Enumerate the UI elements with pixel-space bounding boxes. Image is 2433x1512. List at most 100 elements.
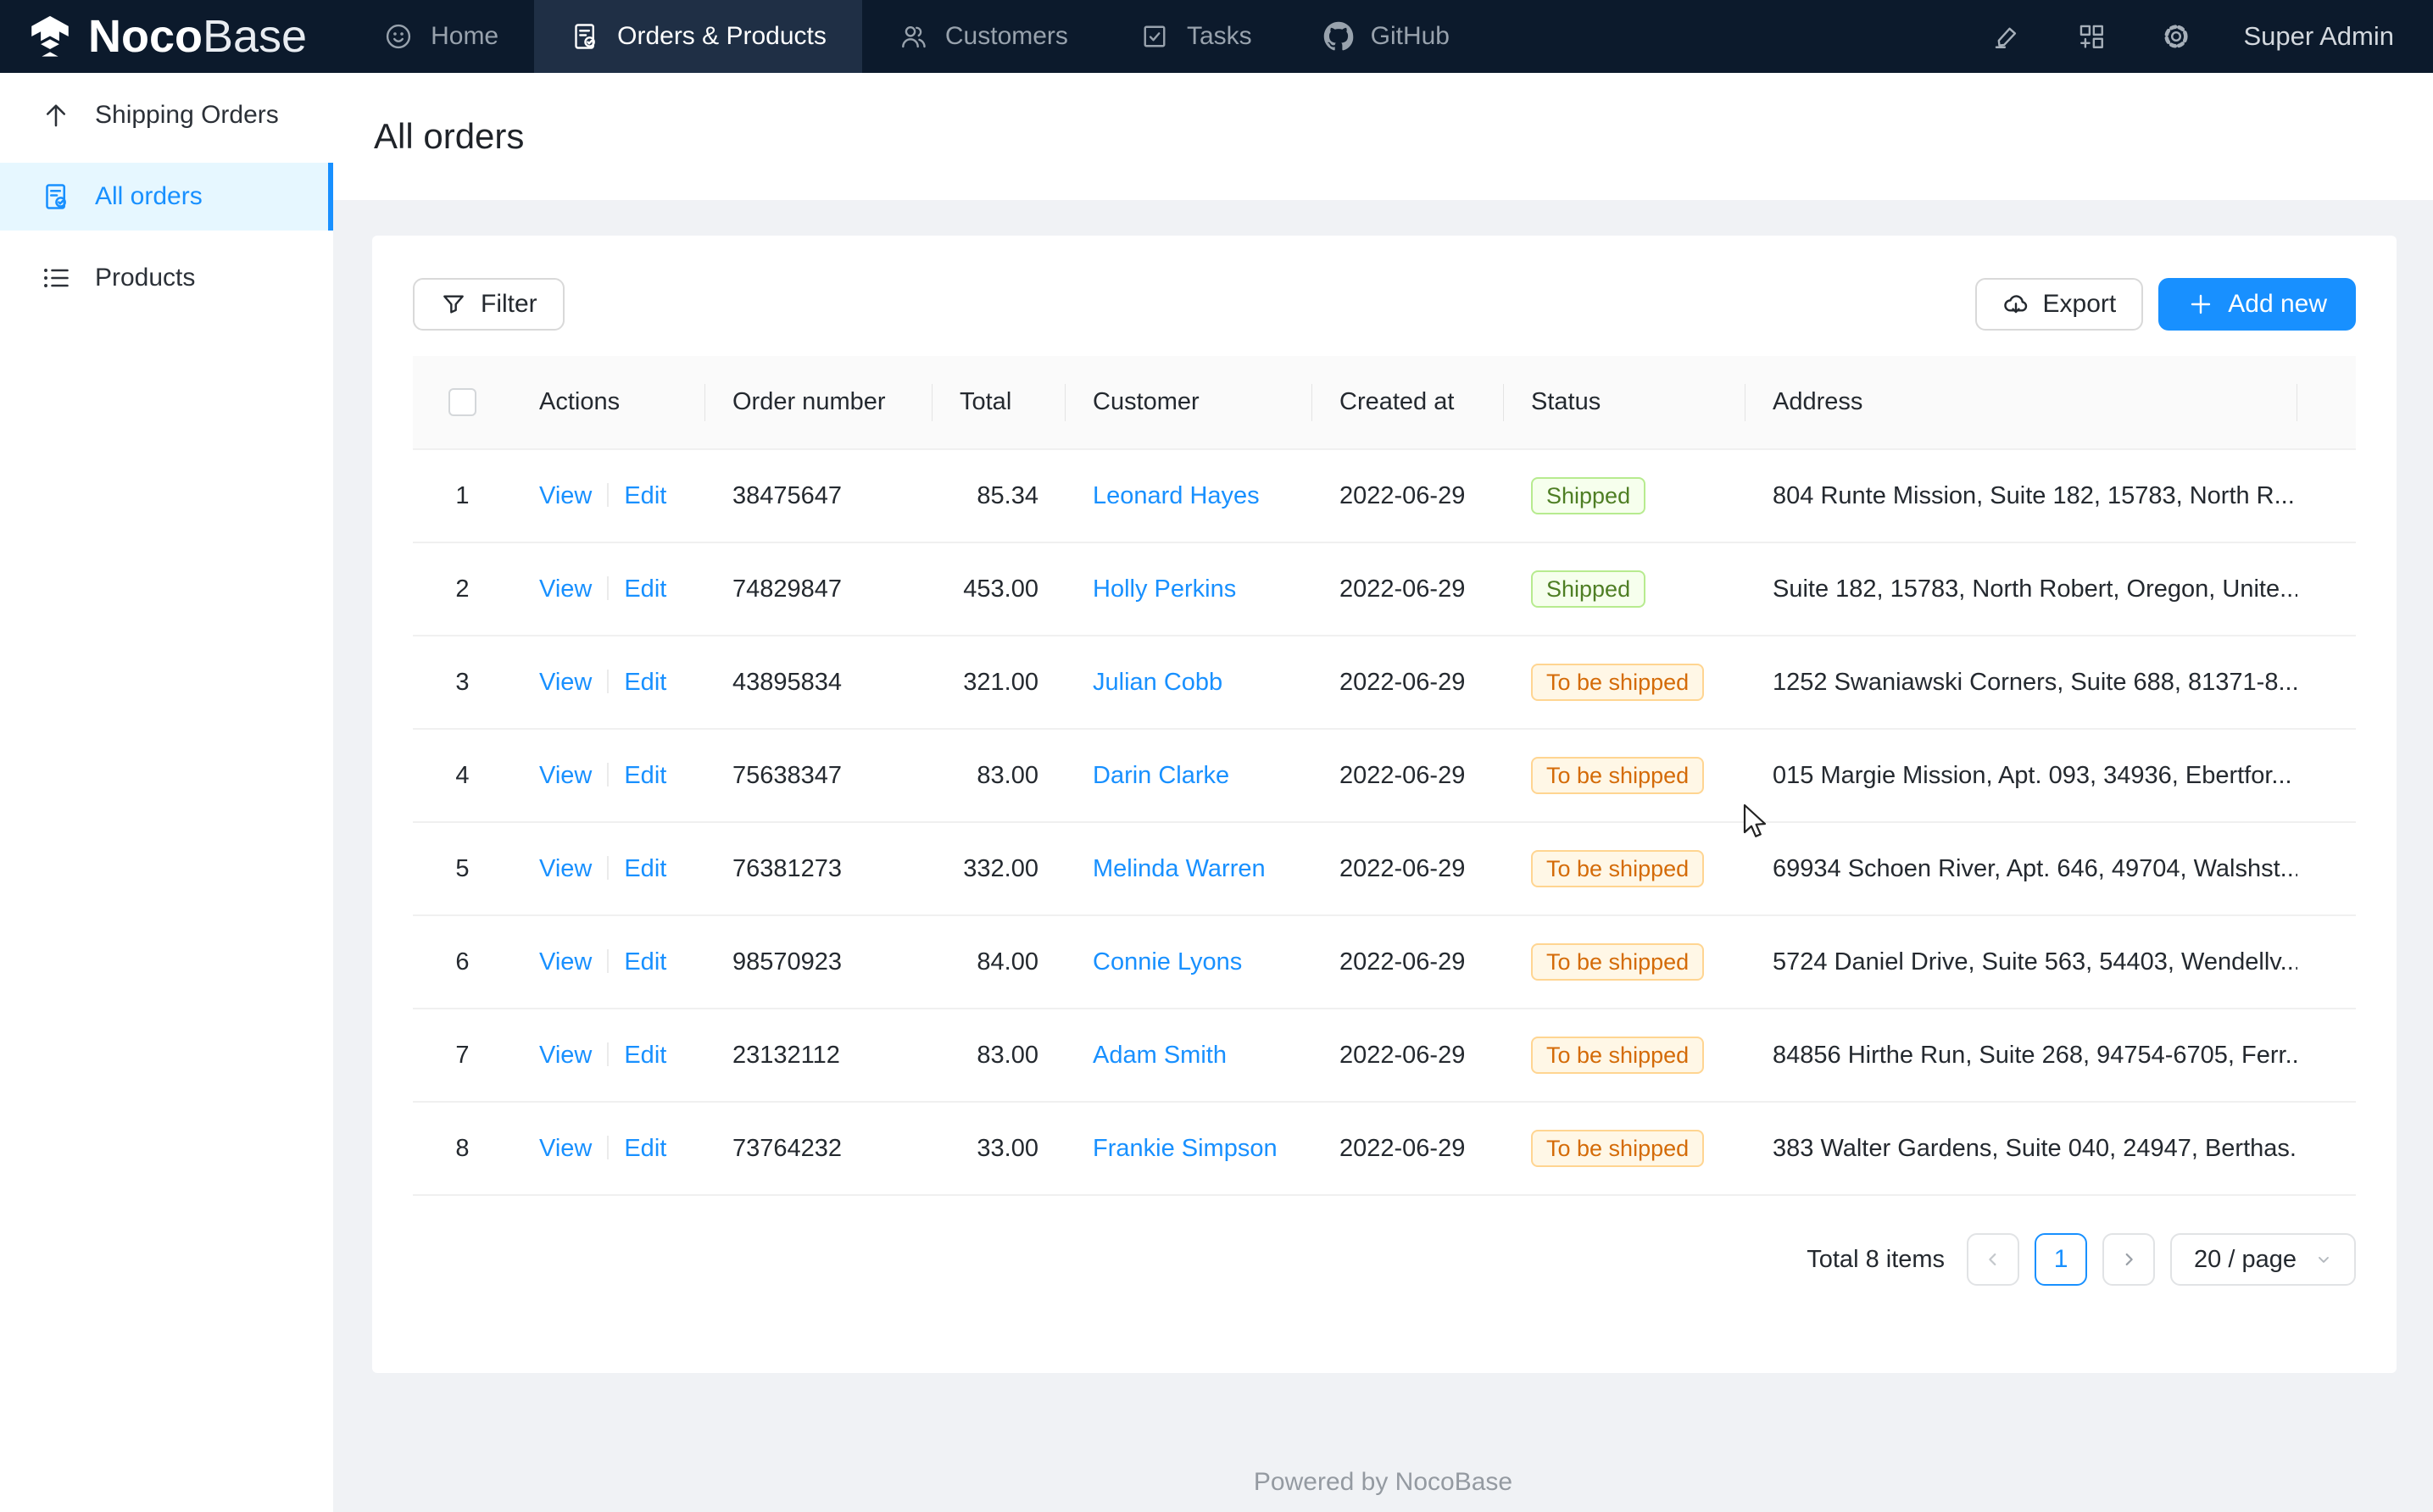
- customer-link[interactable]: Leonard Hayes: [1093, 482, 1260, 509]
- created-at-cell: 2022-06-29: [1312, 822, 1504, 915]
- add-new-button[interactable]: Add new: [2158, 278, 2356, 331]
- customer-link[interactable]: Frankie Simpson: [1093, 1135, 1278, 1162]
- highlighter-icon[interactable]: [1990, 19, 2024, 53]
- nocobase-cube-logo-icon: [25, 12, 75, 61]
- customer-cell: Melinda Warren: [1066, 822, 1312, 915]
- plus-icon: [2187, 291, 2214, 318]
- edit-link[interactable]: Edit: [624, 482, 666, 509]
- customer-link[interactable]: Julian Cobb: [1093, 669, 1222, 696]
- navbar-right: Super Admin: [1990, 0, 2433, 73]
- row-actions-cell: View Edit: [512, 542, 705, 636]
- total-cell: 83.00: [933, 729, 1066, 822]
- smiley-icon: [383, 21, 414, 52]
- checkbox-check-icon: [1139, 21, 1170, 52]
- customer-link[interactable]: Darin Clarke: [1093, 762, 1229, 789]
- table-header-row: Actions Order number Total Customer Crea…: [413, 356, 2356, 449]
- tab-customers[interactable]: Customers: [862, 0, 1104, 73]
- status-badge: To be shipped: [1531, 664, 1704, 701]
- status-cell: To be shipped: [1504, 1009, 1745, 1102]
- customer-cell: Darin Clarke: [1066, 729, 1312, 822]
- edit-link[interactable]: Edit: [624, 948, 666, 976]
- view-link[interactable]: View: [539, 1135, 592, 1162]
- sidebar-item-products[interactable]: Products: [0, 244, 333, 312]
- order-document-check-icon: [41, 181, 71, 212]
- gear-icon[interactable]: [2159, 19, 2193, 53]
- total-cell: 453.00: [933, 542, 1066, 636]
- header-customer: Customer: [1066, 356, 1312, 449]
- table-row: 4ViewEdit7563834783.00Darin Clarke2022-0…: [413, 729, 2356, 822]
- table-row: 3ViewEdit43895834321.00Julian Cobb2022-0…: [413, 636, 2356, 729]
- view-link[interactable]: View: [539, 762, 592, 789]
- header-spacer: [2297, 356, 2356, 449]
- edit-link[interactable]: Edit: [624, 575, 666, 603]
- status-badge: To be shipped: [1531, 850, 1704, 887]
- action-separator: [607, 949, 609, 973]
- spacer-cell: [2297, 915, 2356, 1009]
- sidebar-item-label: Products: [95, 264, 195, 292]
- order-number-cell: 75638347: [705, 729, 933, 822]
- row-actions-cell: View Edit: [512, 636, 705, 729]
- view-link[interactable]: View: [539, 669, 592, 696]
- table-row: 1ViewEdit3847564785.34Leonard Hayes2022-…: [413, 449, 2356, 542]
- user-menu[interactable]: Super Admin: [2244, 21, 2395, 52]
- status-badge: Shipped: [1531, 570, 1645, 608]
- created-at-cell: 2022-06-29: [1312, 915, 1504, 1009]
- cloud-download-icon: [2002, 291, 2029, 318]
- tab-home[interactable]: Home: [348, 0, 534, 73]
- edit-link[interactable]: Edit: [624, 762, 666, 789]
- row-index-cell: 3: [413, 636, 512, 729]
- edit-link[interactable]: Edit: [624, 1135, 666, 1162]
- view-link[interactable]: View: [539, 1042, 592, 1069]
- customer-link[interactable]: Adam Smith: [1093, 1042, 1227, 1069]
- header-order-number: Order number: [705, 356, 933, 449]
- row-index-cell: 4: [413, 729, 512, 822]
- appstore-add-icon[interactable]: [2074, 19, 2108, 53]
- nocobase-logo[interactable]: NocoBase: [0, 0, 307, 73]
- edit-link[interactable]: Edit: [624, 855, 666, 882]
- toolbar-right: Export Add new: [1975, 278, 2356, 331]
- sidebar: Shipping Orders All orders Products: [0, 73, 333, 1512]
- header-total: Total: [933, 356, 1066, 449]
- tab-label: Orders & Products: [617, 22, 827, 51]
- address-cell: 804 Runte Mission, Suite 182, 15783, Nor…: [1745, 449, 2297, 542]
- customer-link[interactable]: Melinda Warren: [1093, 855, 1266, 882]
- prev-page-button[interactable]: [1967, 1233, 2019, 1286]
- edit-link[interactable]: Edit: [624, 669, 666, 696]
- customer-link[interactable]: Holly Perkins: [1093, 575, 1236, 603]
- spacer-cell: [2297, 449, 2356, 542]
- sidebar-item-shipping-orders[interactable]: Shipping Orders: [0, 81, 333, 149]
- row-index-cell: 5: [413, 822, 512, 915]
- view-link[interactable]: View: [539, 948, 592, 976]
- view-link[interactable]: View: [539, 855, 592, 882]
- edit-link[interactable]: Edit: [624, 1042, 666, 1069]
- action-separator: [607, 576, 609, 600]
- page-size-select[interactable]: 20 / page: [2170, 1233, 2356, 1286]
- total-cell: 332.00: [933, 822, 1066, 915]
- orders-table: Actions Order number Total Customer Crea…: [413, 356, 2356, 1196]
- tab-tasks[interactable]: Tasks: [1104, 0, 1288, 73]
- export-button[interactable]: Export: [1975, 278, 2144, 331]
- view-link[interactable]: View: [539, 482, 592, 509]
- status-cell: To be shipped: [1504, 1102, 1745, 1195]
- table-row: 5ViewEdit76381273332.00Melinda Warren202…: [413, 822, 2356, 915]
- select-all-checkbox[interactable]: [448, 388, 476, 416]
- page-title: All orders: [374, 116, 524, 157]
- total-cell: 85.34: [933, 449, 1066, 542]
- sidebar-item-all-orders[interactable]: All orders: [0, 163, 333, 231]
- row-actions-cell: View Edit: [512, 915, 705, 1009]
- view-link[interactable]: View: [539, 575, 592, 603]
- tab-orders-products[interactable]: Orders & Products: [534, 0, 862, 73]
- filter-button[interactable]: Filter: [413, 278, 565, 331]
- status-badge: To be shipped: [1531, 1130, 1704, 1167]
- tab-label: Tasks: [1187, 22, 1252, 51]
- tab-github[interactable]: GitHub: [1288, 0, 1485, 73]
- customer-link[interactable]: Connie Lyons: [1093, 948, 1242, 976]
- pagination-total: Total 8 items: [1807, 1246, 1945, 1274]
- next-page-button[interactable]: [2102, 1233, 2155, 1286]
- spacer-cell: [2297, 542, 2356, 636]
- current-page-button[interactable]: 1: [2035, 1233, 2087, 1286]
- address-cell: 5724 Daniel Drive, Suite 563, 54403, Wen…: [1745, 915, 2297, 1009]
- status-badge: Shipped: [1531, 477, 1645, 514]
- spacer-cell: [2297, 822, 2356, 915]
- customer-cell: Frankie Simpson: [1066, 1102, 1312, 1195]
